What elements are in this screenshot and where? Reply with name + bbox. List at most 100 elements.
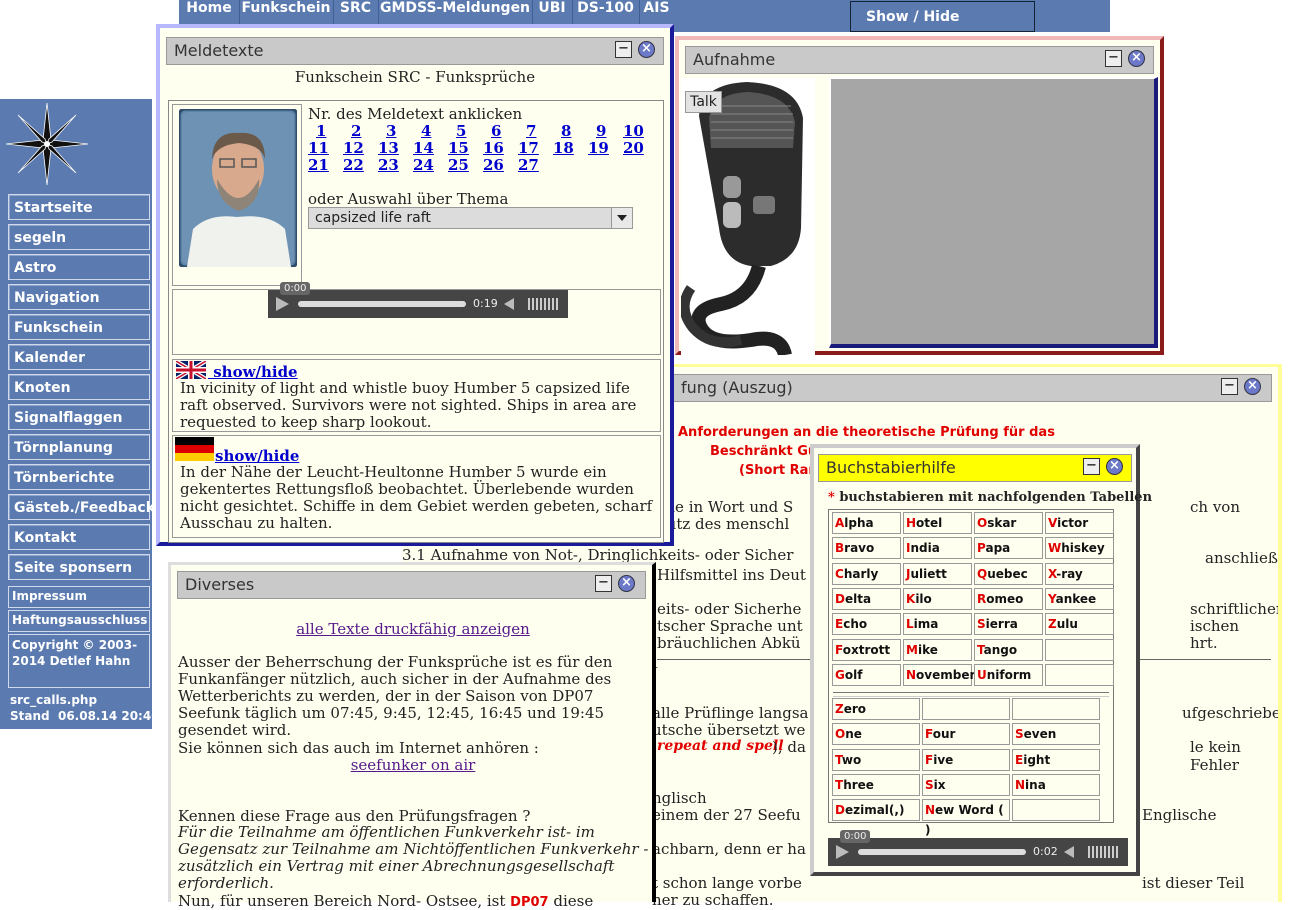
volume-slider[interactable] [528,298,560,310]
sidebar-item-funkschein[interactable]: Funkschein [8,314,150,340]
spelling-first-letter: D [835,803,845,818]
spelling-first-letter: F [925,727,933,742]
sidebar-item-kontakt[interactable]: Kontakt [8,524,150,550]
english-text: In vicinity of light and whistle buoy Hu… [180,379,637,431]
meldetext-number-link[interactable]: 6 [491,122,501,140]
buchstabier-audio-player[interactable]: 0:00 0:02 [828,830,1128,866]
seek-bar[interactable] [858,849,1026,855]
spelling-rest: skar [987,516,1017,530]
copyright-text: Copyright © 2003-2014 Detlef Hahn [8,634,150,688]
talk-button[interactable]: Talk [685,91,722,113]
spelling-cell: Two [832,748,920,771]
meldetext-number-link[interactable]: 10 [623,122,644,140]
sidebar-item-segeln[interactable]: segeln [8,224,150,250]
sidebar-item-astro[interactable]: Astro [8,254,150,280]
meldetext-number-link[interactable]: 27 [518,156,539,174]
topic-select[interactable]: capsized life raft [308,207,633,229]
spelling-cell: Kilo [903,587,972,610]
close-icon[interactable]: × [1244,378,1261,395]
spelling-cell: Dezimal(,) [832,799,920,822]
meldetext-number-link[interactable]: 12 [343,139,364,157]
pruefung-line: bräuchlichen Abkü [657,634,801,652]
volume-icon[interactable] [504,298,514,310]
play-icon[interactable] [836,845,849,859]
close-icon[interactable]: × [1106,458,1123,475]
spelling-first-letter: S [1015,727,1024,742]
print-all-link[interactable]: alle Texte druckfähig anzeigen [296,620,530,638]
close-icon[interactable]: × [618,575,635,592]
meldetext-number-link[interactable]: 1 [316,122,326,140]
spelling-rest: ina [1025,777,1046,792]
spelling-cell: November [903,663,975,686]
microphone-image [679,78,815,357]
sidebar-item-kalender[interactable]: Kalender [8,344,150,370]
minimize-icon[interactable]: − [1221,378,1238,395]
meldetext-number-link[interactable]: 7 [526,122,536,140]
spelling-rest: ilo [915,591,932,606]
sidebar-item-signalflaggen[interactable]: Signalflaggen [8,404,150,430]
buchstabier-titlebar[interactable]: Buchstabierhilfe − × [818,454,1132,482]
impressum-link[interactable]: Impressum [8,586,150,608]
recording-area[interactable] [829,77,1158,348]
meldetext-number-link[interactable]: 4 [421,122,431,140]
close-icon[interactable]: × [638,41,655,58]
audio-frame: 0:00 0:19 [172,282,661,355]
meldetext-number-link[interactable]: 3 [386,122,396,140]
meldetext-number-link[interactable]: 11 [308,139,329,157]
last-line: Nun, für unseren Bereich Nord- Ostsee, i… [178,892,593,910]
dropdown-arrow-icon[interactable] [611,208,632,228]
sidebar-item-sponsern[interactable]: Seite sponsern [8,554,150,580]
meldetext-number-link[interactable]: 21 [308,156,329,174]
sidebar-item-toernberichte[interactable]: Törnberichte [8,464,150,490]
meldetext-number-link[interactable]: 13 [378,139,399,157]
meldetext-number-link[interactable]: 20 [623,139,644,157]
audio-player[interactable]: 0:00 0:19 [268,282,568,318]
close-icon[interactable]: × [1128,50,1145,67]
meldetext-number-link[interactable]: 15 [448,139,469,157]
meldetext-number-link[interactable]: 14 [413,139,434,157]
spelling-cell: Victor [1045,512,1114,534]
meldetext-number-link[interactable]: 17 [518,139,539,157]
aufnahme-titlebar[interactable]: Aufnahme − × [685,46,1154,74]
compass-rose-logo [5,102,89,186]
spelling-cell: Golf [832,663,901,686]
meldetext-number-link[interactable]: 24 [413,156,434,174]
spelling-first-letter: D [835,591,845,606]
sidebar-item-knoten[interactable]: Knoten [8,374,150,400]
minimize-icon[interactable]: − [1105,50,1122,67]
sidebar-item-startseite[interactable]: Startseite [8,194,150,220]
show-hide-button[interactable]: Show / Hide [850,1,1035,32]
meldetext-number-link[interactable]: 16 [483,139,504,157]
volume-slider[interactable] [1088,846,1120,858]
meldetext-number-link[interactable]: 23 [378,156,399,174]
minimize-icon[interactable]: − [615,41,632,58]
pruefung-line: le kein Fehler [1190,738,1241,774]
seefunker-link[interactable]: seefunker on air [351,756,476,774]
spelling-cell: Seven [1012,723,1100,746]
minimize-icon[interactable]: − [595,575,612,592]
haftung-link[interactable]: Haftungsausschluss [8,610,150,632]
play-icon[interactable] [276,297,289,311]
sidebar-item-navigation[interactable]: Navigation [8,284,150,310]
meldetexte-titlebar[interactable]: Meldetexte − × [166,37,664,65]
spelling-cell: Lima [903,613,972,636]
sidebar-item-toernplanung[interactable]: Törnplanung [8,434,150,460]
minimize-icon[interactable]: − [1083,458,1100,475]
diverses-titlebar[interactable]: Diverses − × [177,571,646,599]
spelling-cell: Quebec [974,562,1043,585]
meldetext-number-link[interactable]: 26 [483,156,504,174]
spelling-first-letter: T [835,752,842,767]
seek-bar[interactable] [298,301,466,307]
meldetext-number-link[interactable]: 5 [456,122,466,140]
meldetext-number-link[interactable]: 19 [588,139,609,157]
meldetext-number-link[interactable]: 18 [553,139,574,157]
meldetext-number-link[interactable]: 9 [596,122,606,140]
sidebar-item-gaestebuch[interactable]: Gästeb./Feedback [8,494,155,520]
spelling-cell: Whiskey [1045,537,1114,560]
spelling-first-letter: A [835,516,845,530]
volume-icon[interactable] [1064,846,1074,858]
meldetext-number-link[interactable]: 8 [561,122,571,140]
meldetext-number-link[interactable]: 25 [448,156,469,174]
meldetext-number-link[interactable]: 22 [343,156,364,174]
meldetext-number-link[interactable]: 2 [351,122,361,140]
